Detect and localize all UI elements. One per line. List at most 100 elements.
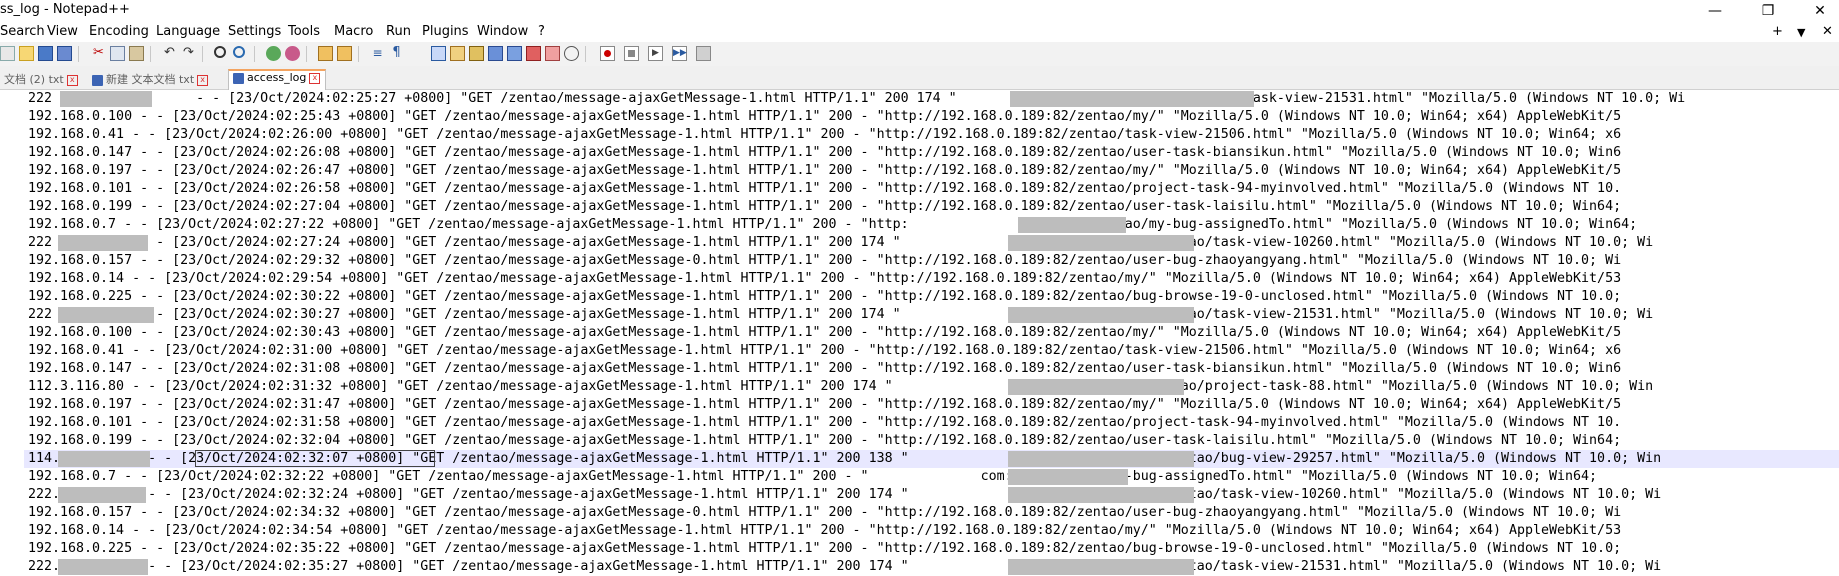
redacted-ip [58, 235, 148, 251]
redacted-ip [58, 559, 148, 575]
redacted-url [1018, 217, 1126, 233]
menu-settings[interactable]: Settings [228, 24, 281, 39]
log-line[interactable]: 192.168.0.147 - - [23/Oct/2024:02:26:08 … [28, 144, 1621, 162]
show-all-chars-icon[interactable]: ¶ [389, 46, 404, 61]
tab-bar: 文档 (2) txt x 新建 文本文档 txt x access_log x [0, 66, 1839, 90]
log-line[interactable]: 192.168.0.225 - - [23/Oct/2024:02:30:22 … [28, 288, 1621, 306]
record-macro-icon[interactable] [600, 46, 615, 61]
undo-icon[interactable]: ↶ [162, 46, 177, 61]
tab-access-log[interactable]: access_log x [228, 69, 326, 90]
close-icon[interactable]: x [66, 74, 78, 86]
tab-document-2[interactable]: 文档 (2) txt x [0, 71, 84, 90]
indent-guide-icon[interactable] [431, 46, 446, 61]
log-line[interactable]: 222 - - [23/Oct/2024:02:30:27 +0800] "GE… [28, 306, 1653, 324]
close-icon[interactable]: x [197, 74, 209, 86]
tab-new-text-document[interactable]: 新建 文本文档 txt x [88, 71, 225, 90]
log-line[interactable]: 222. - - [23/Oct/2024:02:32:24 +0800] "G… [28, 486, 1661, 504]
zoom-out-icon[interactable] [285, 46, 300, 61]
toolbar-separator [585, 46, 586, 62]
log-line[interactable]: 192.168.0.14 - - [23/Oct/2024:02:29:54 +… [28, 270, 1621, 288]
toolbar-separator [254, 46, 255, 62]
log-line[interactable]: 192.168.0.41 - - [23/Oct/2024:02:31:00 +… [28, 342, 1621, 360]
menu-tools[interactable]: Tools [288, 24, 320, 39]
menu-window[interactable]: Window [477, 24, 528, 39]
log-line[interactable]: 222 - - [23/Oct/2024:02:27:24 +0800] "GE… [28, 234, 1653, 252]
new-icon[interactable] [0, 46, 15, 61]
log-line[interactable]: 192.168.0.100 - - [23/Oct/2024:02:25:43 … [28, 108, 1621, 126]
log-line[interactable]: 192.168.0.100 - - [23/Oct/2024:02:30:43 … [28, 324, 1621, 342]
log-line[interactable]: 192.168.0.7 - - [23/Oct/2024:02:32:22 +0… [28, 468, 1597, 486]
tab-label: 新建 文本文档 txt [106, 73, 195, 86]
log-line[interactable]: 192.168.0.157 - - [23/Oct/2024:02:34:32 … [28, 504, 1621, 522]
redacted-url [1008, 379, 1184, 395]
redo-icon[interactable]: ↷ [181, 46, 196, 61]
redacted-url [1008, 469, 1128, 485]
redacted-url [1008, 307, 1194, 323]
menu-view[interactable]: View [47, 24, 78, 39]
folder-workspace-icon[interactable] [507, 46, 522, 61]
new-tab-button[interactable]: + [1772, 24, 1783, 39]
zoom-in-icon[interactable] [266, 46, 281, 61]
log-line[interactable]: 192.168.0.225 - - [23/Oct/2024:02:35:22 … [28, 540, 1621, 558]
play-macro-icon[interactable]: ▶ [648, 46, 663, 61]
redacted-ip [58, 487, 146, 503]
log-line[interactable]: 192.168.0.147 - - [23/Oct/2024:02:31:08 … [28, 360, 1621, 378]
redacted-url [1008, 559, 1194, 575]
run-macro-multiple-icon[interactable]: ▶▶ [672, 46, 687, 61]
sync-horizontal-icon[interactable] [337, 46, 352, 61]
log-line[interactable]: 112.3.116.80 - - [23/Oct/2024:02:31:32 +… [28, 378, 1653, 396]
redacted-url [1008, 235, 1194, 251]
save-status-icon [92, 74, 103, 86]
close-all-icon[interactable] [545, 46, 560, 61]
minimize-button[interactable]: — [1700, 0, 1730, 22]
stop-macro-icon[interactable] [624, 46, 639, 61]
log-line[interactable]: 192.168.0.101 - - [23/Oct/2024:02:26:58 … [28, 180, 1621, 198]
redacted-url [1008, 451, 1194, 467]
timestamp-selection [195, 450, 435, 467]
save-all-icon[interactable] [57, 46, 72, 61]
save-icon[interactable] [38, 46, 53, 61]
menu-run[interactable]: Run [386, 24, 411, 39]
log-line[interactable]: 192.168.0.101 - - [23/Oct/2024:02:31:58 … [28, 414, 1621, 432]
close-tab-button[interactable]: ✕ [1822, 24, 1833, 39]
log-line[interactable]: 192.168.0.157 - - [23/Oct/2024:02:29:32 … [28, 252, 1621, 270]
log-line[interactable]: 192.168.0.197 - - [23/Oct/2024:02:26:47 … [28, 162, 1621, 180]
open-icon[interactable] [19, 46, 34, 61]
menu-plugins[interactable]: Plugins [422, 24, 469, 39]
monitoring-icon[interactable] [526, 46, 541, 61]
menu-search[interactable]: Search [0, 24, 45, 39]
log-line[interactable]: 222. - - [23/Oct/2024:02:35:27 +0800] "G… [28, 558, 1661, 576]
log-line[interactable]: 192.168.0.14 - - [23/Oct/2024:02:34:54 +… [28, 522, 1621, 540]
menu-help[interactable]: ? [538, 24, 545, 39]
log-line[interactable]: 192.168.0.199 - - [23/Oct/2024:02:32:04 … [28, 432, 1621, 450]
log-line[interactable]: 192.168.0.197 - - [23/Oct/2024:02:31:47 … [28, 396, 1621, 414]
copy-icon[interactable] [110, 46, 125, 61]
find-icon[interactable] [214, 46, 226, 58]
menu-macro[interactable]: Macro [334, 24, 373, 39]
menu-language[interactable]: Language [156, 24, 220, 39]
replace-icon[interactable] [233, 46, 245, 58]
editor-area[interactable]: 222 - - [23/Oct/2024:02:25:27 +0800] "GE… [0, 90, 1839, 576]
close-icon[interactable]: x [309, 72, 321, 84]
cut-icon[interactable]: ✂ [91, 46, 106, 61]
save-macro-icon[interactable] [696, 46, 711, 61]
udl-icon[interactable] [450, 46, 465, 61]
sync-vertical-icon[interactable] [318, 46, 333, 61]
log-line[interactable]: 192.168.0.41 - - [23/Oct/2024:02:26:00 +… [28, 126, 1621, 144]
function-list-icon[interactable] [488, 46, 503, 61]
title-bar: ss_log - Notepad++ — ❐ ✕ [0, 0, 1839, 22]
log-line[interactable]: 192.168.0.199 - - [23/Oct/2024:02:27:04 … [28, 198, 1621, 216]
menu-encoding[interactable]: Encoding [89, 24, 149, 39]
log-line[interactable]: 222 - - [23/Oct/2024:02:25:27 +0800] "GE… [28, 90, 1685, 108]
maximize-button[interactable]: ❐ [1753, 0, 1783, 22]
paste-icon[interactable] [129, 46, 144, 61]
log-line[interactable]: 192.168.0.7 - - [23/Oct/2024:02:27:22 +0… [28, 216, 1637, 234]
word-wrap-icon[interactable]: ≡ [370, 46, 385, 61]
toolbar-separator [202, 46, 203, 62]
tab-list-dropdown[interactable]: ▼ [1797, 26, 1805, 39]
toolbar-separator [306, 46, 307, 62]
print-icon[interactable] [564, 46, 579, 61]
close-window-button[interactable]: ✕ [1805, 0, 1835, 22]
redacted-ip [60, 91, 152, 107]
doc-map-icon[interactable] [469, 46, 484, 61]
